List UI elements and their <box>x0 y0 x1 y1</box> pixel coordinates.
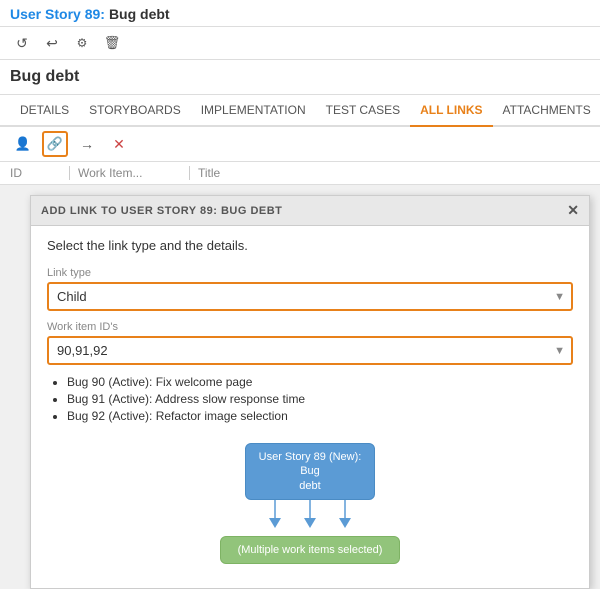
delete-button[interactable]: 🗑 <box>100 31 124 55</box>
remove-link-button[interactable]: ✕ <box>106 131 132 157</box>
modal-close-button[interactable]: ✕ <box>567 202 579 219</box>
list-item: Bug 90 (Active): Fix welcome page <box>67 375 573 389</box>
link-type-group: Link type Child ▼ <box>47 267 573 311</box>
work-item-input-wrapper: ▼ <box>47 336 573 365</box>
work-item-group: Work item ID's ▼ <box>47 321 573 365</box>
col-title-header: Title <box>190 166 220 180</box>
forward-button[interactable]: → <box>74 131 100 157</box>
diagram-bottom-node: (Multiple work items selected) <box>220 536 400 564</box>
remove-icon: ✕ <box>113 136 125 153</box>
modal-instruction: Select the link type and the details. <box>47 238 573 253</box>
tab-storyboards[interactable]: STORYBOARDS <box>79 95 191 127</box>
user-story-link[interactable]: User Story 89: <box>10 6 105 22</box>
refresh-icon: ↺ <box>16 35 28 52</box>
page-title: Bug debt <box>109 6 170 22</box>
table-header: ID Work Item... Title <box>0 162 600 185</box>
undo-icon: ↩ <box>46 35 58 52</box>
modal-title: ADD LINK TO USER STORY 89: BUG DEBT <box>41 205 282 217</box>
list-item: Bug 91 (Active): Address slow response t… <box>67 392 573 406</box>
tab-implementation[interactable]: IMPLEMENTATION <box>191 95 316 127</box>
tab-testcases[interactable]: TEST CASES <box>316 95 410 127</box>
person-icon: 👤 <box>15 136 31 152</box>
link-type-label: Link type <box>47 267 573 279</box>
diagram-top-node-text: User Story 89 (New): Bug <box>259 451 362 477</box>
diagram-top-node: User Story 89 (New): Bug debt <box>245 443 375 500</box>
refresh-button[interactable]: ↺ <box>10 31 34 55</box>
link-diagram: User Story 89 (New): Bug debt <box>47 437 573 576</box>
settings-icon: ⚙ <box>77 36 88 50</box>
arrows-svg <box>220 500 400 536</box>
modal-body: Select the link type and the details. Li… <box>31 226 589 588</box>
settings-button[interactable]: ⚙ <box>70 31 94 55</box>
trash-icon: 🗑 <box>104 35 121 51</box>
link-type-select[interactable]: Child <box>47 282 573 311</box>
main-toolbar: ↺ ↩ ⚙ 🗑 <box>0 27 600 60</box>
work-item-input[interactable] <box>47 336 573 365</box>
modal-header: ADD LINK TO USER STORY 89: BUG DEBT ✕ <box>31 196 589 226</box>
add-link-modal: ADD LINK TO USER STORY 89: BUG DEBT ✕ Se… <box>30 195 590 589</box>
diagram-arrows <box>220 500 400 536</box>
forward-icon: → <box>80 136 94 152</box>
sub-toolbar: 👤 🔗 → ✕ <box>0 127 600 162</box>
tab-details[interactable]: DETAILS <box>10 95 79 127</box>
tab-alllinks[interactable]: ALL LINKS <box>410 95 492 127</box>
item-name-input[interactable] <box>10 68 590 86</box>
title-bar: User Story 89: Bug debt <box>0 0 600 27</box>
person-icon-button[interactable]: 👤 <box>10 131 36 157</box>
col-id-header: ID <box>10 166 70 180</box>
tab-bar: DETAILS STORYBOARDS IMPLEMENTATION TEST … <box>0 95 600 127</box>
diagram-top-node-text2: debt <box>299 480 320 492</box>
list-item: Bug 92 (Active): Refactor image selectio… <box>67 409 573 423</box>
tab-attachments[interactable]: ATTACHMENTS <box>493 95 600 127</box>
link-icon: 🔗 <box>47 136 63 152</box>
item-name-bar <box>0 60 600 95</box>
bug-list: Bug 90 (Active): Fix welcome page Bug 91… <box>47 375 573 423</box>
add-link-button[interactable]: 🔗 <box>42 131 68 157</box>
link-type-select-wrapper: Child ▼ <box>47 282 573 311</box>
undo-button[interactable]: ↩ <box>40 31 64 55</box>
diagram-bottom-node-text: (Multiple work items selected) <box>238 544 383 556</box>
work-item-label: Work item ID's <box>47 321 573 333</box>
col-workitem-header: Work Item... <box>70 166 190 180</box>
